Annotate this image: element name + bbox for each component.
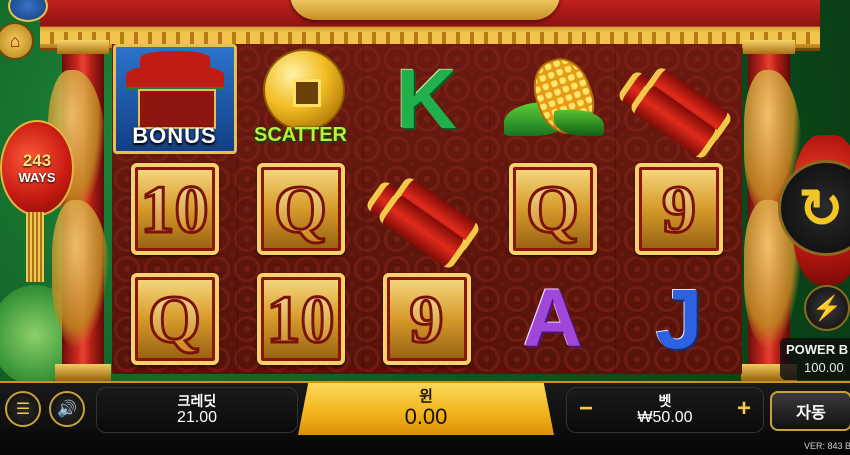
bonus-symbol: BONUS bbox=[112, 44, 237, 154]
reel-cell: 9 bbox=[616, 154, 742, 264]
reel-cell: BONUS bbox=[112, 44, 238, 154]
firecracker-symbol-icon bbox=[363, 164, 482, 271]
symbol-q-text: Q bbox=[525, 171, 581, 247]
win-display: 윈 0.00 bbox=[298, 383, 554, 435]
firecracker-symbol-icon bbox=[616, 54, 734, 161]
speaker-icon: 🔊 bbox=[57, 401, 77, 418]
power-bet-lightning-icon[interactable]: ⚡ bbox=[804, 285, 850, 331]
symbol-j: J bbox=[655, 272, 703, 366]
bet-increase-button[interactable]: + bbox=[729, 396, 759, 424]
reel-cell: 9 bbox=[364, 264, 490, 374]
credit-value: 21.00 bbox=[176, 409, 218, 426]
reel-cell: Q bbox=[238, 154, 364, 264]
symbol-9-text: 9 bbox=[661, 171, 698, 247]
symbol-10-text: 10 bbox=[139, 171, 210, 247]
credit-display: 크레딧 21.00 bbox=[96, 387, 298, 433]
version-text: VER: 843 BU bbox=[804, 441, 850, 451]
reel-cell bbox=[616, 44, 742, 161]
reel-cell: SCATTER bbox=[238, 44, 364, 154]
scatter-label: SCATTER bbox=[254, 124, 347, 146]
ways-number: 243 bbox=[22, 150, 52, 170]
symbol-a: A bbox=[522, 273, 583, 364]
coin-hole bbox=[292, 79, 321, 107]
gold-coin-icon bbox=[262, 49, 345, 131]
temple-roof-icon bbox=[125, 65, 224, 90]
right-pillar-cap bbox=[743, 40, 795, 54]
lantern-tassel bbox=[26, 212, 44, 282]
reel-cell: A bbox=[490, 264, 616, 374]
scatter-symbol: SCATTER bbox=[241, 47, 361, 151]
bet-value: ₩50.00 bbox=[637, 409, 693, 426]
reel-cell: Q bbox=[490, 154, 616, 264]
symbol-10: 10 bbox=[130, 163, 219, 255]
symbol-9: 9 bbox=[382, 273, 471, 365]
power-bet-label: POWER B bbox=[786, 342, 849, 357]
symbol-9-text: 9 bbox=[408, 281, 445, 357]
autoplay-button[interactable]: 자동 bbox=[770, 391, 850, 431]
bet-decrease-button[interactable]: − bbox=[571, 396, 601, 424]
power-bet-panel[interactable]: POWER B 100.00 bbox=[780, 338, 850, 380]
symbol-10-text: 10 bbox=[265, 281, 336, 357]
win-value: 0.00 bbox=[404, 404, 448, 429]
bet-label: 벳 bbox=[658, 393, 672, 409]
corn-symbol-icon bbox=[498, 50, 608, 144]
left-pillar-base bbox=[55, 364, 111, 382]
symbol-10: 10 bbox=[256, 273, 345, 365]
symbol-9: 9 bbox=[635, 163, 723, 255]
symbol-k: K bbox=[396, 52, 457, 146]
reel-cell: J bbox=[616, 264, 742, 374]
game-stage: ⌂ 243 WAYS BONUS SCATTER K 10 Q Q 9 Q 10… bbox=[0, 0, 850, 455]
reel-cell bbox=[363, 154, 490, 271]
home-icon[interactable]: ⌂ bbox=[0, 22, 34, 60]
bet-control: − 벳 ₩50.00 + bbox=[566, 387, 764, 433]
reel-grid: BONUS SCATTER K 10 Q Q 9 Q 10 9 A J bbox=[112, 44, 742, 374]
symbol-q: Q bbox=[508, 163, 597, 255]
hamburger-icon: ☰ bbox=[15, 401, 31, 418]
symbol-q: Q bbox=[130, 273, 219, 365]
roof-ornament-band bbox=[40, 32, 820, 44]
left-pillar-cap bbox=[57, 40, 109, 54]
reel-cell: Q bbox=[112, 264, 238, 374]
ways-lantern: 243 WAYS bbox=[0, 120, 74, 216]
game-logo bbox=[290, 0, 560, 20]
symbol-q: Q bbox=[256, 163, 345, 255]
reel-cell: 10 bbox=[112, 154, 238, 264]
power-bet-value: 100.00 bbox=[804, 360, 844, 375]
spin-arrow-icon: ↻ bbox=[798, 178, 844, 239]
ways-label: WAYS bbox=[18, 169, 56, 185]
symbol-q-text: Q bbox=[147, 281, 203, 357]
menu-button[interactable]: ☰ bbox=[5, 391, 41, 427]
win-label: 윈 bbox=[419, 388, 433, 405]
sound-button[interactable]: 🔊 bbox=[49, 391, 85, 427]
reel-cell bbox=[490, 44, 616, 154]
credit-label: 크레딧 bbox=[177, 393, 217, 409]
reel-cell: 10 bbox=[238, 264, 364, 374]
bonus-label: BONUS bbox=[132, 123, 217, 148]
reel-cell: K bbox=[364, 44, 490, 154]
symbol-q-text: Q bbox=[273, 171, 329, 247]
